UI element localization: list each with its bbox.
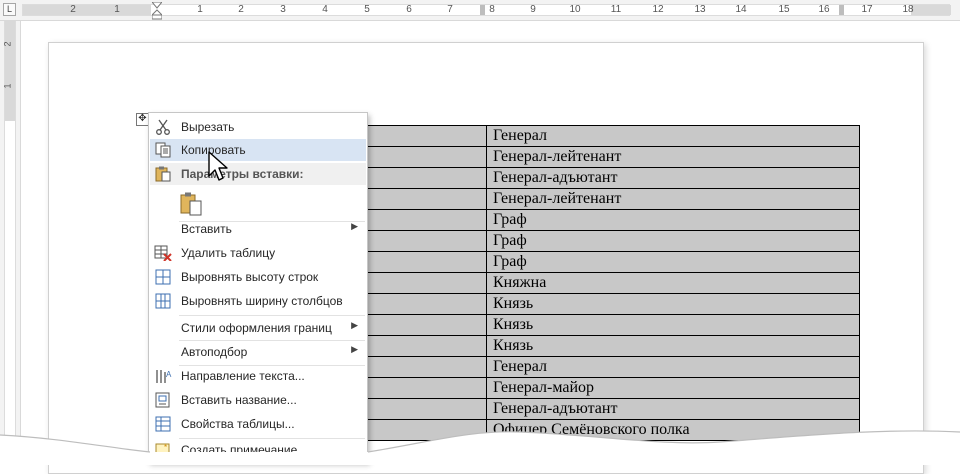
menu-item-autofit[interactable]: Автоподбор ▶ <box>150 341 366 363</box>
table-cell-title[interactable]: Граф <box>486 209 860 231</box>
menu-item-label: Направление текста... <box>181 369 305 383</box>
ruler-tick-label: 15 <box>778 4 790 15</box>
submenu-arrow-icon: ▶ <box>351 344 358 354</box>
distribute-rows-icon <box>155 269 171 285</box>
menu-item-text-direction[interactable]: A Направление текста... <box>150 365 366 387</box>
vertical-ruler-label: 1 <box>2 83 13 89</box>
menu-item-label: Вырезать <box>181 120 235 134</box>
table-row[interactable]: итриевичГенерал-адъютант <box>296 167 860 189</box>
column-marker[interactable] <box>480 5 485 15</box>
ruler-tick-label: 16 <box>818 4 830 15</box>
menu-item-label: Выровнять ширину столбцов <box>181 294 343 308</box>
ruler-tick-label: 11 <box>610 4 622 15</box>
table-cell-title[interactable]: Генерал-майор <box>486 377 860 399</box>
ruler-tick-label: 5 <box>364 4 370 15</box>
ruler-tick-label: 10 <box>569 4 581 15</box>
menu-item-delete-table[interactable]: Удалить таблицу <box>150 242 366 264</box>
table-cell-title[interactable]: Князь <box>486 335 860 357</box>
menu-separator <box>179 315 365 316</box>
paste-keep-formatting-icon[interactable] <box>179 191 205 217</box>
table-cell-title[interactable]: Граф <box>486 251 860 273</box>
menu-item-label: Вставить <box>181 222 232 236</box>
menu-item-label: Автоподбор <box>181 345 248 359</box>
menu-item-label: Удалить таблицу <box>181 246 276 260</box>
column-marker[interactable] <box>839 5 844 15</box>
table-row[interactable]: колаевичКнязь <box>296 293 860 315</box>
menu-item-cut[interactable]: Вырезать <box>150 116 366 138</box>
text-direction-icon: A <box>156 370 172 383</box>
ruler-tick-label: 13 <box>694 4 706 15</box>
table-row[interactable]: ичГенерал <box>296 125 860 147</box>
submenu-arrow-icon: ▶ <box>351 320 358 330</box>
table-cell-title[interactable]: Генерал-лейтенант <box>486 146 860 168</box>
vertical-ruler-margin <box>5 21 15 121</box>
table-cell-title[interactable]: Граф <box>486 230 860 252</box>
vertical-ruler[interactable]: 2 1 <box>0 21 21 465</box>
table-cell-title[interactable]: Генерал <box>486 125 860 147</box>
table-cell-title[interactable]: Князь <box>486 293 860 315</box>
document-table[interactable]: ичГенераличГенерал-лейтенантитриевичГене… <box>296 125 860 441</box>
table-row[interactable]: тьевичГраф <box>296 251 860 273</box>
menu-header-label: Параметры вставки: <box>181 167 304 181</box>
delete-table-icon <box>154 245 172 261</box>
clipboard-icon <box>155 166 171 182</box>
torn-edge-decoration <box>0 430 960 465</box>
table-cell-title[interactable]: Генерал-адъютант <box>486 167 860 189</box>
table-row[interactable]: пировичГраф <box>296 209 860 231</box>
tab-selector-button[interactable]: L <box>3 3 16 16</box>
table-row[interactable]: ичГенерал-майор <box>296 377 860 399</box>
menu-item-insert[interactable]: Вставить ▶ <box>150 218 366 240</box>
ruler-tick-label: 6 <box>406 4 412 15</box>
ruler-tick-label: 2 <box>70 4 76 15</box>
ruler-tick-label: 12 <box>652 4 664 15</box>
ruler-tick-label: 17 <box>861 4 873 15</box>
mouse-pointer-icon <box>208 151 228 181</box>
menu-item-border-styles[interactable]: Стили оформления границ ▶ <box>150 317 366 339</box>
menu-item-label: Стили оформления границ <box>181 321 332 335</box>
ruler-tick-label: 18 <box>902 4 914 15</box>
table-cell-title[interactable]: Князь <box>486 314 860 336</box>
ruler-tick-label: 14 <box>735 4 747 15</box>
table-cell-title[interactable]: Княжна <box>486 272 860 294</box>
ruler-right-margin <box>911 5 951 15</box>
menu-item-copy[interactable]: Копировать <box>150 139 366 161</box>
horizontal-ruler[interactable]: L 2 1 1 2 3 4 5 6 7 8 9 10 11 12 13 14 15 16 17 18 <box>0 0 960 21</box>
ruler-tick-label: 8 <box>489 4 495 15</box>
ruler-tick-label: 9 <box>530 4 536 15</box>
table-row[interactable]: ндреевичКнязь <box>296 314 860 336</box>
ruler-tick-label: 7 <box>447 4 453 15</box>
table-row[interactable]: ндреевичКнязь <box>296 335 860 357</box>
distribute-columns-icon <box>155 293 171 309</box>
submenu-arrow-icon: ▶ <box>351 221 358 231</box>
table-row[interactable]: новичГенерал-лейтенант <box>296 188 860 210</box>
menu-header-paste-options: Параметры вставки: <box>150 163 366 185</box>
table-row[interactable]: ичГенерал-лейтенант <box>296 146 860 168</box>
svg-text:A: A <box>166 370 172 379</box>
table-cell-title[interactable]: Генерал <box>486 356 860 378</box>
table-row[interactable]: ичГраф <box>296 230 860 252</box>
menu-item-distribute-columns[interactable]: Выровнять ширину столбцов <box>150 290 366 312</box>
ruler-left-margin <box>23 5 151 15</box>
ruler-tick-label: 1 <box>114 4 120 15</box>
copy-icon <box>155 142 171 158</box>
menu-item-label: Выровнять высоту строк <box>181 270 319 284</box>
ruler-tick-label: 3 <box>280 4 286 15</box>
scissors-icon <box>156 119 170 135</box>
menu-item-distribute-rows[interactable]: Выровнять высоту строк <box>150 266 366 288</box>
indent-marker-icon[interactable] <box>152 2 162 20</box>
ruler-tick-label: 2 <box>238 4 244 15</box>
table-cell-title[interactable]: Генерал-лейтенант <box>486 188 860 210</box>
ruler-tick-label: 1 <box>197 4 203 15</box>
table-row[interactable]: ровичГенерал <box>296 356 860 378</box>
ruler-tick-label: 4 <box>322 4 328 15</box>
table-row[interactable]: олаевнаКняжна <box>296 272 860 294</box>
vertical-ruler-label: 2 <box>2 41 13 47</box>
